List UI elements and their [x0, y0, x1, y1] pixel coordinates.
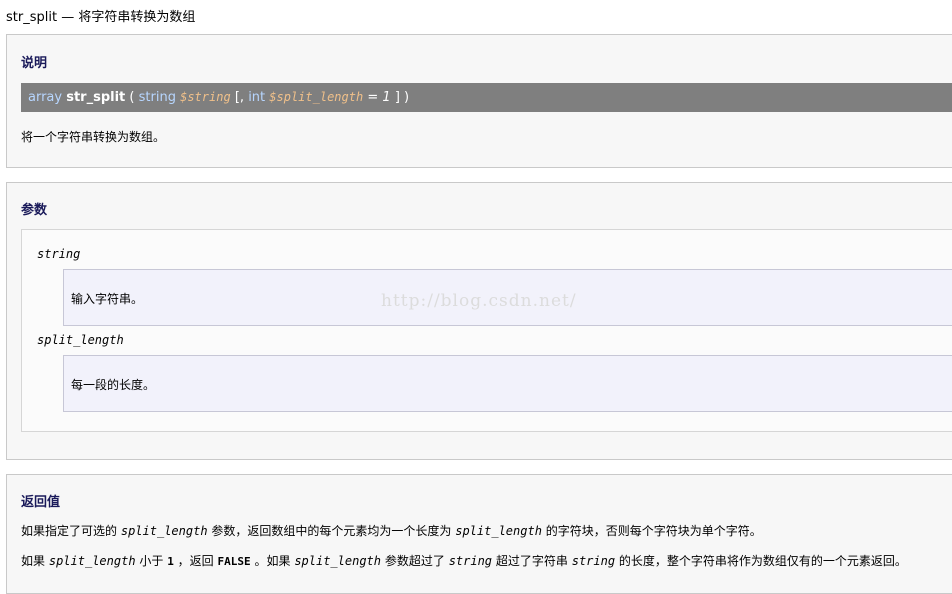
return-text: 超过了字符串	[495, 554, 568, 568]
inline-code: split_length	[455, 524, 542, 538]
inline-code: split_length	[48, 554, 136, 568]
return-text: ，返回	[177, 554, 214, 568]
return-text: 如果	[21, 554, 46, 568]
return-text: 的字符块，否则每个字符块为单个字符。	[545, 524, 762, 538]
return-text: 小于	[139, 554, 164, 568]
description-section: 说明 array str_split ( string $string [, i…	[6, 34, 952, 168]
inline-code: string	[571, 554, 616, 568]
inline-code: split_length	[294, 554, 382, 568]
param2-default: 1	[382, 90, 391, 105]
sig-equals: =	[367, 90, 379, 105]
return-values-heading: 返回值	[21, 495, 61, 510]
return-text: 参数超过了	[384, 554, 445, 568]
return-text: 如果指定了可选的	[21, 524, 118, 538]
return-text: 的长度，整个字符串将作为数组仅有的一个元素返回。	[618, 554, 907, 568]
watermark: http://blog.csdn.net/	[381, 291, 577, 311]
sig-close: ] )	[394, 90, 410, 105]
param-desc-text: 输入字符串。	[71, 292, 144, 306]
sig-optional-open: [,	[234, 90, 245, 105]
return-values-section: 返回值 如果指定了可选的 split_length 参数，返回数组中的每个元素均…	[6, 474, 952, 594]
param2-type: int	[248, 90, 266, 105]
return-text: 。如果	[254, 554, 291, 568]
return-line-1: 如果指定了可选的 split_length 参数，返回数组中的每个元素均为一个长…	[21, 522, 762, 539]
param-name-split-length: split_length	[37, 333, 124, 347]
function-name: str_split	[66, 90, 126, 105]
parameters-list: string 输入字符串。 split_length 每一段的长度。	[21, 229, 952, 432]
parameters-heading: 参数	[21, 203, 48, 218]
return-line-2: 如果 split_length 小于 1 ，返回 FALSE 。如果 split…	[21, 552, 907, 569]
param1-type: string	[138, 90, 176, 105]
param-desc-text: 每一段的长度。	[71, 378, 156, 392]
parameters-section: 参数 string 输入字符串。 split_length 每一段的长度。	[6, 182, 952, 460]
page-title: str_split — 将字符串转换为数组	[6, 10, 196, 25]
return-type: array	[28, 90, 63, 105]
description-heading: 说明	[21, 56, 48, 71]
inline-number: 1	[167, 555, 174, 568]
param-desc-split-length: 每一段的长度。	[63, 355, 952, 412]
param1-name: $string	[180, 90, 231, 104]
sig-open-paren: (	[129, 90, 135, 105]
inline-constant: FALSE	[217, 555, 251, 568]
param-name-string: string	[37, 247, 81, 261]
description-text: 将一个字符串转换为数组。	[21, 130, 166, 144]
inline-code: string	[448, 554, 493, 568]
param2-name: $split_length	[269, 90, 364, 104]
inline-code: split_length	[120, 524, 208, 538]
return-text: 参数，返回数组中的每个元素均为一个长度为	[211, 524, 452, 538]
function-signature: array str_split ( string $string [, int …	[21, 83, 952, 112]
